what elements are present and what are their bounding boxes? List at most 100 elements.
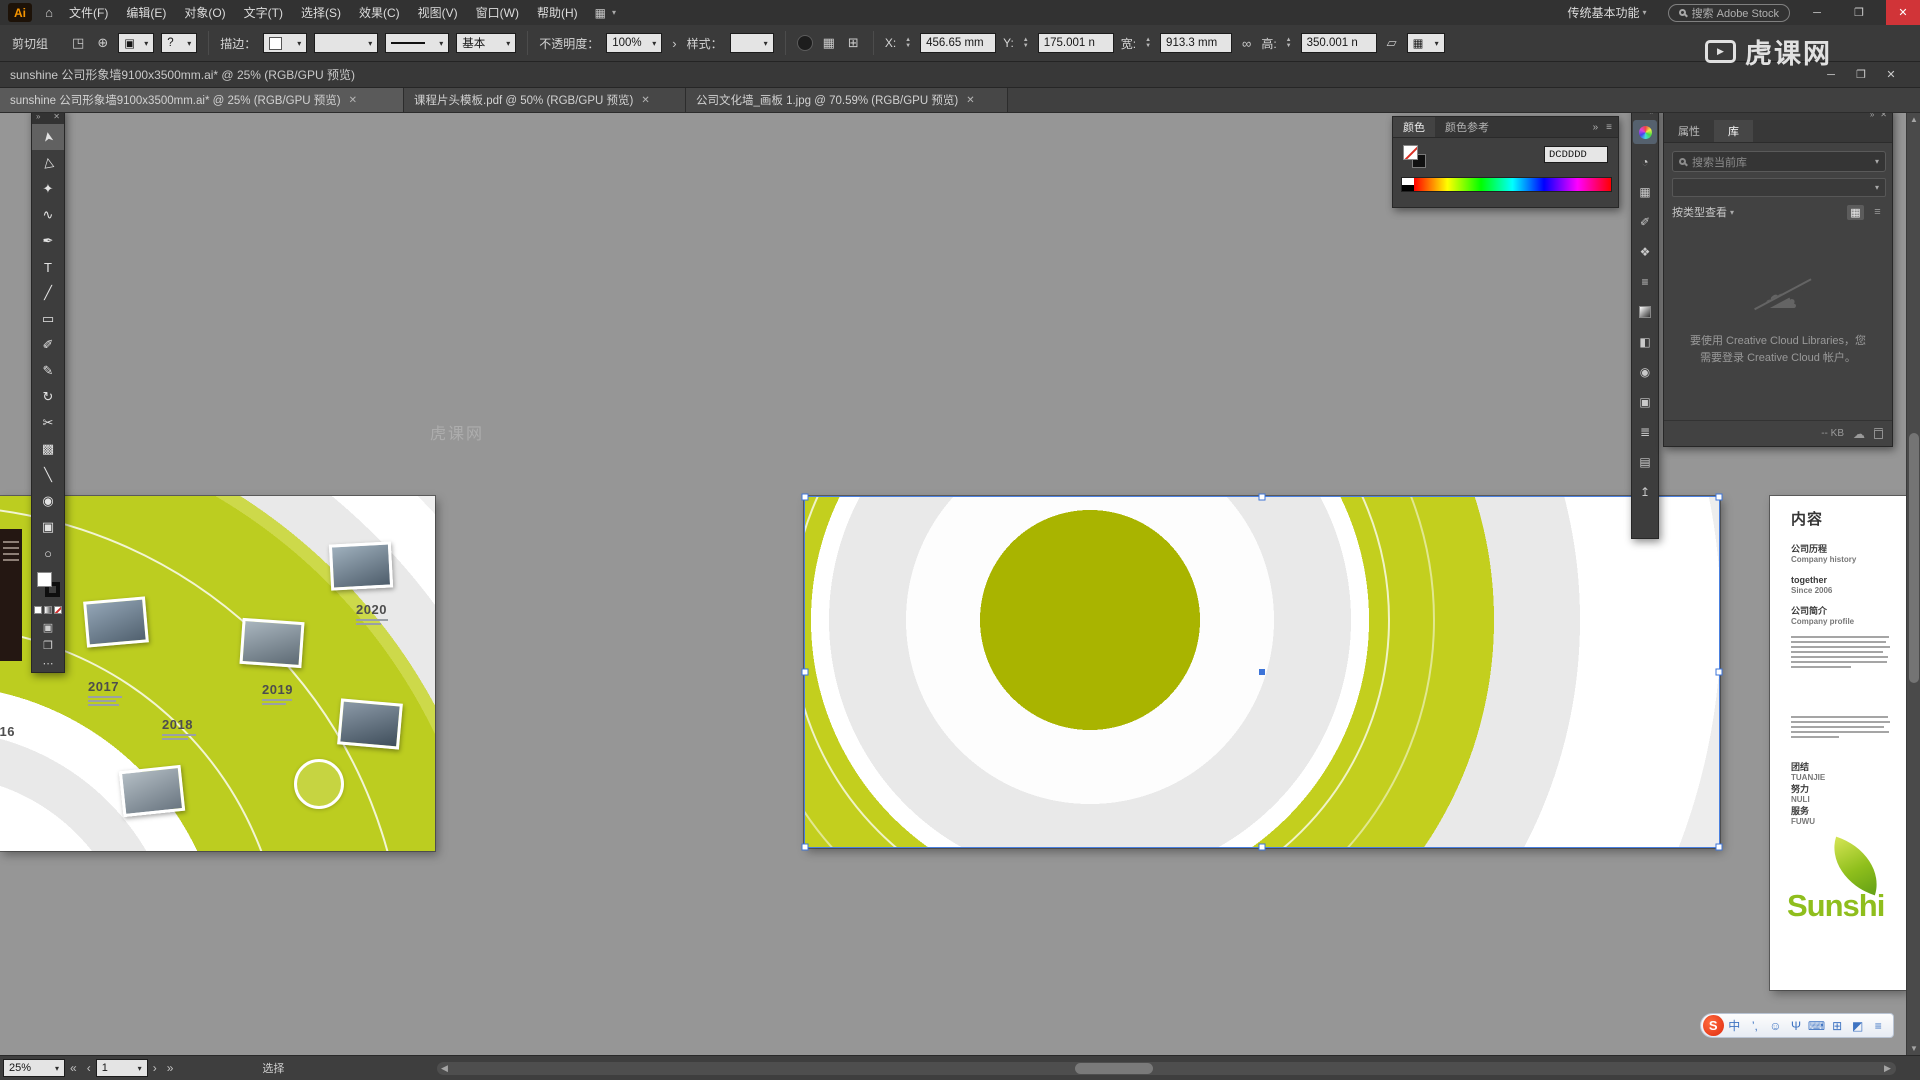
menu-window[interactable]: 窗口(W) (467, 0, 528, 25)
x-spinner[interactable]: ▲ ▼ (905, 37, 911, 49)
language-toggle[interactable]: 中 (1725, 1017, 1745, 1034)
transparency-panel-icon[interactable]: ◧ (1633, 330, 1657, 354)
pen-tool[interactable]: ✒ (32, 228, 64, 254)
selection-handle-s[interactable] (1258, 843, 1266, 851)
next-artboard-button[interactable]: › (148, 1061, 162, 1075)
selection-handle-w[interactable] (801, 668, 809, 676)
ime-logo[interactable]: S (1703, 1015, 1724, 1036)
zoom-tool[interactable]: ○ (32, 540, 64, 566)
tab-close-icon[interactable]: ✕ (966, 95, 974, 106)
adobe-stock-search-field[interactable]: 搜索 Adobe Stock (1667, 3, 1790, 22)
doc-restore-button[interactable]: ❐ (1846, 63, 1876, 87)
selection-handle-e[interactable] (1715, 668, 1723, 676)
blend-tool[interactable]: ◉ (32, 488, 64, 514)
stroke-color-dropdown[interactable]: ▾ (263, 33, 308, 53)
selection-handle-ne[interactable] (1715, 493, 1723, 501)
brush-definition-dropdown[interactable]: 基本 ▾ (456, 33, 517, 53)
tab-color-guide[interactable]: 颜色参考 (1435, 117, 1499, 137)
fill-swatch[interactable] (37, 572, 52, 587)
home-icon[interactable]: ⌂ (38, 5, 60, 20)
recolor-artwork-button[interactable] (796, 35, 813, 51)
stroke-weight-dropdown[interactable]: ▾ (314, 33, 379, 53)
menu-select[interactable]: 选择(S) (292, 0, 350, 25)
scroll-up-icon[interactable]: ▲ (1907, 115, 1920, 124)
doc-close-button[interactable]: ✕ (1876, 63, 1906, 87)
transform-options-dropdown[interactable]: ▦ ▾ (1406, 33, 1445, 53)
app-restore-button[interactable]: ❐ (1844, 0, 1874, 25)
photo-thumbnail[interactable] (239, 617, 305, 669)
edit-clip-path-button[interactable]: ◳ (69, 35, 87, 51)
tab-close-icon[interactable]: ✕ (349, 95, 357, 106)
artboard-content-panel[interactable]: 内容 公司历程 Company history together Since 2… (1770, 496, 1906, 990)
timeline-circle-marker[interactable] (294, 759, 344, 809)
width-field[interactable]: 913.3 mm (1160, 33, 1233, 53)
graphic-styles-panel-icon[interactable]: ▣ (1633, 390, 1657, 414)
fill-proxy-none-swatch[interactable] (1403, 145, 1418, 160)
layers-panel-icon[interactable]: ≣ (1633, 420, 1657, 444)
black-swatch[interactable] (1402, 184, 1414, 191)
align-panel-icon[interactable]: ⊞ (845, 35, 862, 51)
menu-help[interactable]: 帮助(H) (528, 0, 587, 25)
type-tool[interactable]: T (32, 254, 64, 280)
toolbox-icon[interactable]: ⊞ (1827, 1019, 1847, 1033)
line-segment-tool[interactable]: ╱ (32, 280, 64, 306)
menu-object[interactable]: 对象(O) (175, 0, 234, 25)
screen-mode-button[interactable]: ❐ (32, 636, 64, 654)
tab-course-pdf[interactable]: 课程片头模板.pdf @ 50% (RGB/GPU 预览) ✕ (404, 88, 686, 112)
anchor-preset-dropdown[interactable]: ▣ ▾ (118, 33, 155, 53)
tab-properties[interactable]: 属性 (1664, 120, 1714, 142)
magic-wand-tool[interactable]: ✦ (32, 176, 64, 202)
hex-value-field[interactable]: DCDDDD (1544, 146, 1608, 163)
zoom-level-dropdown[interactable]: 25% ▾ (3, 1059, 65, 1077)
spin-down-icon[interactable]: ▼ (1023, 43, 1029, 49)
gradient-button[interactable] (44, 606, 52, 614)
delete-icon[interactable] (1874, 428, 1883, 439)
height-spinner[interactable]: ▲ ▼ (1286, 37, 1292, 49)
edit-toolbar-ellipsis[interactable]: ⋯ (32, 654, 64, 672)
selection-handle-nw[interactable] (801, 493, 809, 501)
tab-libraries[interactable]: 库 (1714, 120, 1753, 142)
spin-down-icon[interactable]: ▼ (1286, 43, 1292, 49)
white-black-quick-swatches[interactable] (1402, 178, 1414, 191)
photo-thumbnail[interactable] (337, 698, 403, 750)
spin-down-icon[interactable]: ▼ (905, 43, 911, 49)
panel-menu-icon[interactable]: ≡ (1606, 122, 1612, 133)
swatches-panel-icon[interactable]: ▦ (1633, 180, 1657, 204)
photo-thumbnail[interactable] (328, 541, 394, 591)
color-guide-panel-icon[interactable]: ◔ (1633, 150, 1657, 174)
artboard-timeline[interactable]: 2016 2017 2018 2019 2020 (0, 496, 435, 851)
width-spinner[interactable]: ▲ ▼ (1145, 37, 1151, 49)
selection-handle-n[interactable] (1258, 493, 1266, 501)
gradient-panel-icon[interactable] (1633, 300, 1657, 324)
close-icon[interactable]: ✕ (53, 112, 60, 121)
asset-export-panel-icon[interactable]: ↥ (1633, 480, 1657, 504)
vertical-scrollbar[interactable]: ▲ ▼ (1906, 113, 1920, 1055)
library-search-field[interactable]: 搜索当前库 ▾ (1672, 151, 1886, 172)
graphic-style-dropdown[interactable]: ▾ (729, 33, 774, 53)
scissors-tool[interactable]: ✂ (32, 410, 64, 436)
last-artboard-button[interactable]: » (162, 1061, 179, 1075)
shear-icon[interactable]: ▱ (1384, 35, 1400, 51)
fill-stroke-widget[interactable] (32, 570, 64, 602)
artboard-tool[interactable]: ▣ (32, 514, 64, 540)
draw-mode-button[interactable]: ▣ (32, 618, 64, 636)
list-view-icon[interactable]: ≡ (1869, 205, 1886, 220)
stroke-panel-icon[interactable]: ≡ (1633, 270, 1657, 294)
brushes-panel-icon[interactable]: ✐ (1633, 210, 1657, 234)
workspace-grid-icon[interactable]: ▦ ▾ (587, 6, 624, 20)
menu-view[interactable]: 视图(V) (409, 0, 467, 25)
artboard-navigation-dropdown[interactable]: 1 ▾ (95, 1059, 148, 1077)
edit-contents-button[interactable]: ⊕ (94, 35, 111, 51)
selection-tool[interactable]: ➤ (32, 124, 64, 150)
spin-down-icon[interactable]: ▼ (1145, 43, 1151, 49)
collapse-icon[interactable]: » (36, 112, 40, 121)
color-spectrum-bar[interactable] (1401, 177, 1612, 192)
color-panel-icon[interactable] (1633, 120, 1657, 144)
tab-sunshine-ai[interactable]: sunshine 公司形象墙9100x3500mm.ai* @ 25% (RGB… (0, 88, 404, 112)
illustrator-logo[interactable]: Ai (8, 3, 32, 22)
ime-menu-icon[interactable]: ≡ (1868, 1019, 1888, 1033)
artboards-panel-icon[interactable]: ▤ (1633, 450, 1657, 474)
skin-picker-icon[interactable]: ◩ (1848, 1019, 1868, 1033)
app-minimize-button[interactable]: ─ (1802, 0, 1832, 25)
gradient-tool[interactable]: ▩ (32, 436, 64, 462)
